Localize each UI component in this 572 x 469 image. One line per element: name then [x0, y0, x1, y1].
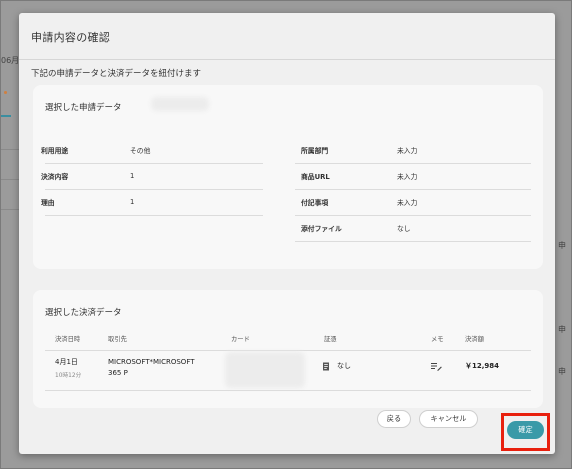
receipt-icon: [323, 362, 329, 371]
payment-data-card: 選択した決済データ 決済日時 取引先 カード 証憑 メモ 決済額 4月1日 10…: [33, 290, 543, 408]
row-divider: [45, 390, 531, 391]
column-header-merchant: 取引先: [108, 336, 127, 343]
background-month-text: 06月: [1, 56, 20, 65]
row-divider: [45, 189, 263, 190]
field-value: 1: [130, 172, 135, 180]
header-divider: [45, 350, 531, 351]
field-label: 利用用途: [41, 147, 69, 155]
column-header-memo: メモ: [431, 336, 444, 343]
payment-amount: ￥12,984: [465, 362, 500, 370]
application-data-card: 選択した申請データ 利用用途 その他 決済内容 1 理由 1 所属部門 未入力 …: [33, 85, 543, 269]
background-tab-indicator: [1, 115, 11, 117]
receipt-status: なし: [337, 362, 351, 370]
row-divider: [295, 241, 531, 242]
row-divider: [295, 189, 531, 190]
dialog-title: 申請内容の確認: [31, 31, 111, 44]
background-dot: [4, 91, 7, 94]
field-label: 決済内容: [41, 173, 69, 181]
application-card-title: 選択した申請データ: [45, 103, 122, 113]
background-status-text: 申: [558, 325, 566, 334]
payment-card-title: 選択した決済データ: [45, 308, 122, 318]
payment-date: 4月1日: [55, 358, 78, 366]
row-divider: [45, 215, 263, 216]
payment-time: 10時12分: [55, 373, 82, 379]
field-reason: 理由 1: [33, 197, 134, 207]
merchant-name-line1: MICROSOFT*MICROSOFT: [108, 358, 195, 366]
back-button[interactable]: 戻る: [377, 410, 411, 428]
background-status-text: 申: [558, 241, 566, 250]
field-value: その他: [130, 147, 151, 155]
cancel-button[interactable]: キャンセル: [419, 410, 478, 428]
row-divider: [295, 163, 531, 164]
column-header-receipt: 証憑: [324, 336, 337, 343]
field-value: 未入力: [397, 199, 418, 207]
field-attachment: 添付ファイル なし: [293, 223, 411, 233]
field-label: 商品URL: [301, 173, 330, 181]
field-value: 1: [130, 198, 135, 206]
dialog-description: 下記の申請データと決済データを紐付けます: [31, 69, 202, 79]
field-usage: 利用用途 その他: [33, 145, 150, 155]
field-label: 所属部門: [301, 147, 329, 155]
field-label: 付記事項: [301, 199, 329, 207]
field-value: 未入力: [397, 147, 418, 155]
redacted-applicant: [151, 97, 209, 111]
field-department: 所属部門 未入力: [293, 145, 417, 155]
field-value: なし: [397, 225, 411, 233]
background-status-text: 申: [558, 367, 566, 376]
field-notes: 付記事項 未入力: [293, 197, 417, 207]
column-header-card: カード: [231, 336, 250, 343]
field-product-url: 商品URL 未入力: [293, 171, 417, 181]
dialog-divider: [19, 59, 555, 60]
field-label: 添付ファイル: [301, 225, 342, 233]
field-label: 理由: [41, 199, 55, 207]
memo-edit-icon[interactable]: [431, 362, 442, 371]
confirm-highlight-box: [501, 413, 550, 451]
redacted-card: [225, 352, 305, 388]
confirm-application-dialog: 申請内容の確認 下記の申請データと決済データを紐付けます 選択した申請データ 利…: [19, 13, 555, 454]
merchant-name-line2: 365 P: [108, 369, 128, 377]
row-divider: [45, 163, 263, 164]
row-divider: [295, 215, 531, 216]
column-header-date: 決済日時: [55, 336, 81, 343]
field-payment-content: 決済内容 1: [33, 171, 134, 181]
field-value: 未入力: [397, 173, 418, 181]
column-header-amount: 決済額: [465, 336, 484, 343]
